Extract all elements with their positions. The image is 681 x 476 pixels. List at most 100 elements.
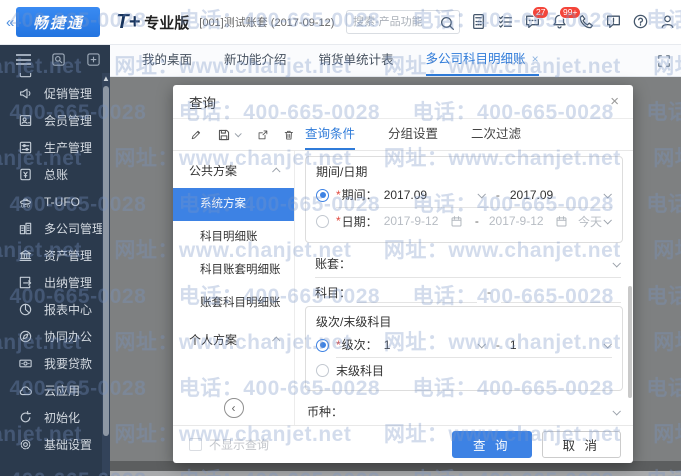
period-to-select[interactable]: 2017.09 [510, 188, 553, 202]
tab-secondary-filter[interactable]: 二次过滤 [471, 119, 521, 150]
level-from-select[interactable]: 1 [384, 338, 391, 352]
phone-icon[interactable] [578, 13, 596, 31]
sidebar-scrollbar[interactable]: ▲ [102, 73, 110, 475]
tab-query-conditions[interactable]: 查询条件 [305, 119, 356, 150]
sidebar-item-multicompany[interactable]: 多公司管理 [0, 215, 110, 242]
chevron-down-icon[interactable] [477, 339, 486, 349]
chevron-down-icon[interactable] [477, 189, 486, 199]
sidebar-item-reports[interactable]: 报表中心 [0, 296, 110, 323]
scrollbar-thumb[interactable] [103, 86, 109, 436]
sidebar-item-initialization[interactable]: 初始化 [0, 404, 110, 431]
sidebar-item-label: 初始化 [44, 411, 81, 425]
cashier-icon [19, 276, 32, 289]
period-from-select[interactable]: 2017.09 [384, 188, 427, 202]
hide-query-option[interactable]: 不显示查询 [189, 436, 269, 453]
sidebar-item-production[interactable]: 生产管理 [0, 134, 110, 161]
sidebar-item-tufo[interactable]: UFO T-UFO [0, 188, 110, 215]
subject-from-input[interactable] [357, 281, 478, 303]
personal-scheme-label: 个人方案 [189, 333, 238, 347]
query-form: 期间/日期 * 期间： 2017.09 - 2017.09 * 日期： 2017… [295, 151, 633, 425]
cancel-button[interactable]: 取 消 [541, 431, 621, 458]
document-tabbar: 我的桌面 新功能介绍 销货单统计表 多公司科目明细账 × [110, 45, 681, 77]
date-radio[interactable] [316, 214, 329, 228]
tplus-logo: T+ [116, 10, 141, 33]
fullscreen-icon[interactable] [657, 54, 671, 68]
chevron-down-icon[interactable] [603, 216, 612, 225]
hide-query-label: 不显示查询 [209, 438, 270, 452]
date-to-input[interactable]: 2017-9-12 [489, 214, 544, 228]
save-scheme-button[interactable] [217, 128, 242, 142]
scheme-item-system[interactable]: 系统方案 [173, 188, 294, 221]
scroll-up-icon[interactable]: ▲ [102, 73, 110, 85]
sidebar-item-asset[interactable]: 资产管理 [0, 242, 110, 269]
task-list-icon[interactable] [497, 13, 515, 31]
sidebar-item-label: 我要贷款 [44, 357, 93, 371]
sidebar-item-cloud-apps[interactable]: 云应用 [0, 377, 110, 404]
public-scheme-header[interactable]: 公共方案 [173, 151, 294, 188]
today-button[interactable]: 今天 [578, 213, 602, 230]
calculator-icon[interactable] [470, 13, 488, 31]
notification-bell-icon[interactable]: 99+ [551, 6, 582, 31]
tab-my-desktop[interactable]: 我的桌面 [142, 45, 192, 76]
sidebar-item-member[interactable]: 会员管理 [0, 107, 110, 134]
scheme-item-subject-account-ledger[interactable]: 科目账套明细账 [173, 254, 294, 287]
calendar-icon[interactable] [450, 215, 463, 228]
sidebar-item-clipped[interactable] [0, 73, 110, 80]
save-dropdown-chevron-icon[interactable] [234, 130, 242, 138]
panel-collapse-button[interactable]: ‹ [223, 398, 244, 418]
tab-close-icon[interactable]: × [532, 44, 539, 75]
tab-sales-report[interactable]: 销货单统计表 [319, 45, 394, 76]
member-icon [19, 115, 32, 126]
tab-grouping-settings[interactable]: 分组设置 [388, 119, 438, 150]
chevron-down-icon[interactable] [612, 258, 621, 268]
leaf-subject-radio[interactable] [316, 363, 329, 377]
message-icon[interactable]: 27 [524, 6, 550, 31]
nav-collapse-icon[interactable]: « [6, 14, 14, 31]
level-to-select[interactable]: 1 [510, 338, 517, 352]
dialog-footer: 不显示查询 查 询 取 消 [173, 425, 633, 463]
sidebar-item-basic-settings[interactable]: 基础设置 [0, 431, 110, 458]
pie-chart-icon [19, 303, 32, 316]
bank-icon [19, 249, 32, 262]
hide-query-checkbox[interactable] [189, 438, 202, 451]
account-row: 账套： [305, 250, 623, 278]
query-button[interactable]: 查 询 [452, 431, 532, 458]
menu-hamburger-icon[interactable] [16, 54, 31, 65]
dialog-close-icon[interactable]: × [610, 93, 619, 110]
dialog-titlebar: 查询 × [173, 85, 633, 119]
form-scrollbar[interactable] [628, 286, 632, 398]
search-icon[interactable] [439, 15, 454, 30]
scheme-item-account-subject-ledger[interactable]: 账套科目明细账 [173, 287, 294, 320]
message-count-badge: 27 [532, 6, 550, 19]
period-radio[interactable] [316, 188, 329, 202]
sidebar-item-cashier[interactable]: 出纳管理 [0, 269, 110, 296]
search-input[interactable] [353, 16, 439, 28]
feedback-icon[interactable] [605, 13, 623, 31]
range-separator: - [495, 337, 500, 352]
sidebar-item-collaboration[interactable]: 协同办公 [0, 323, 110, 350]
delete-icon[interactable] [283, 128, 295, 142]
chevron-down-icon[interactable] [603, 189, 612, 199]
sidebar-item-loan[interactable]: 我要贷款 [0, 350, 110, 377]
edit-icon[interactable] [190, 128, 202, 142]
tab-new-features[interactable]: 新功能介绍 [224, 45, 287, 76]
module-search-icon[interactable] [51, 52, 66, 67]
user-icon[interactable] [659, 13, 677, 31]
sidebar-item-promotion[interactable]: 促销管理 [0, 80, 110, 107]
scheme-item-subject-ledger[interactable]: 科目明细账 [173, 221, 294, 254]
tab-multicompany-ledger[interactable]: 多公司科目明细账 × [425, 44, 539, 76]
help-icon[interactable] [632, 13, 650, 31]
chevron-down-icon[interactable] [603, 339, 612, 349]
new-window-icon[interactable] [86, 52, 101, 67]
personal-scheme-header[interactable]: 个人方案 [173, 320, 294, 357]
calendar-icon[interactable] [555, 215, 568, 228]
sidebar-item-general-ledger[interactable]: 总账 [0, 161, 110, 188]
export-icon[interactable] [257, 128, 269, 142]
currency-label: 币种： [307, 405, 344, 419]
chevron-down-icon[interactable] [612, 406, 621, 416]
product-search[interactable] [346, 10, 460, 34]
subject-to-input[interactable] [501, 281, 622, 303]
edition-label: 专业版 [144, 14, 190, 32]
level-radio[interactable] [316, 338, 329, 352]
date-from-input[interactable]: 2017-9-12 [384, 214, 439, 228]
